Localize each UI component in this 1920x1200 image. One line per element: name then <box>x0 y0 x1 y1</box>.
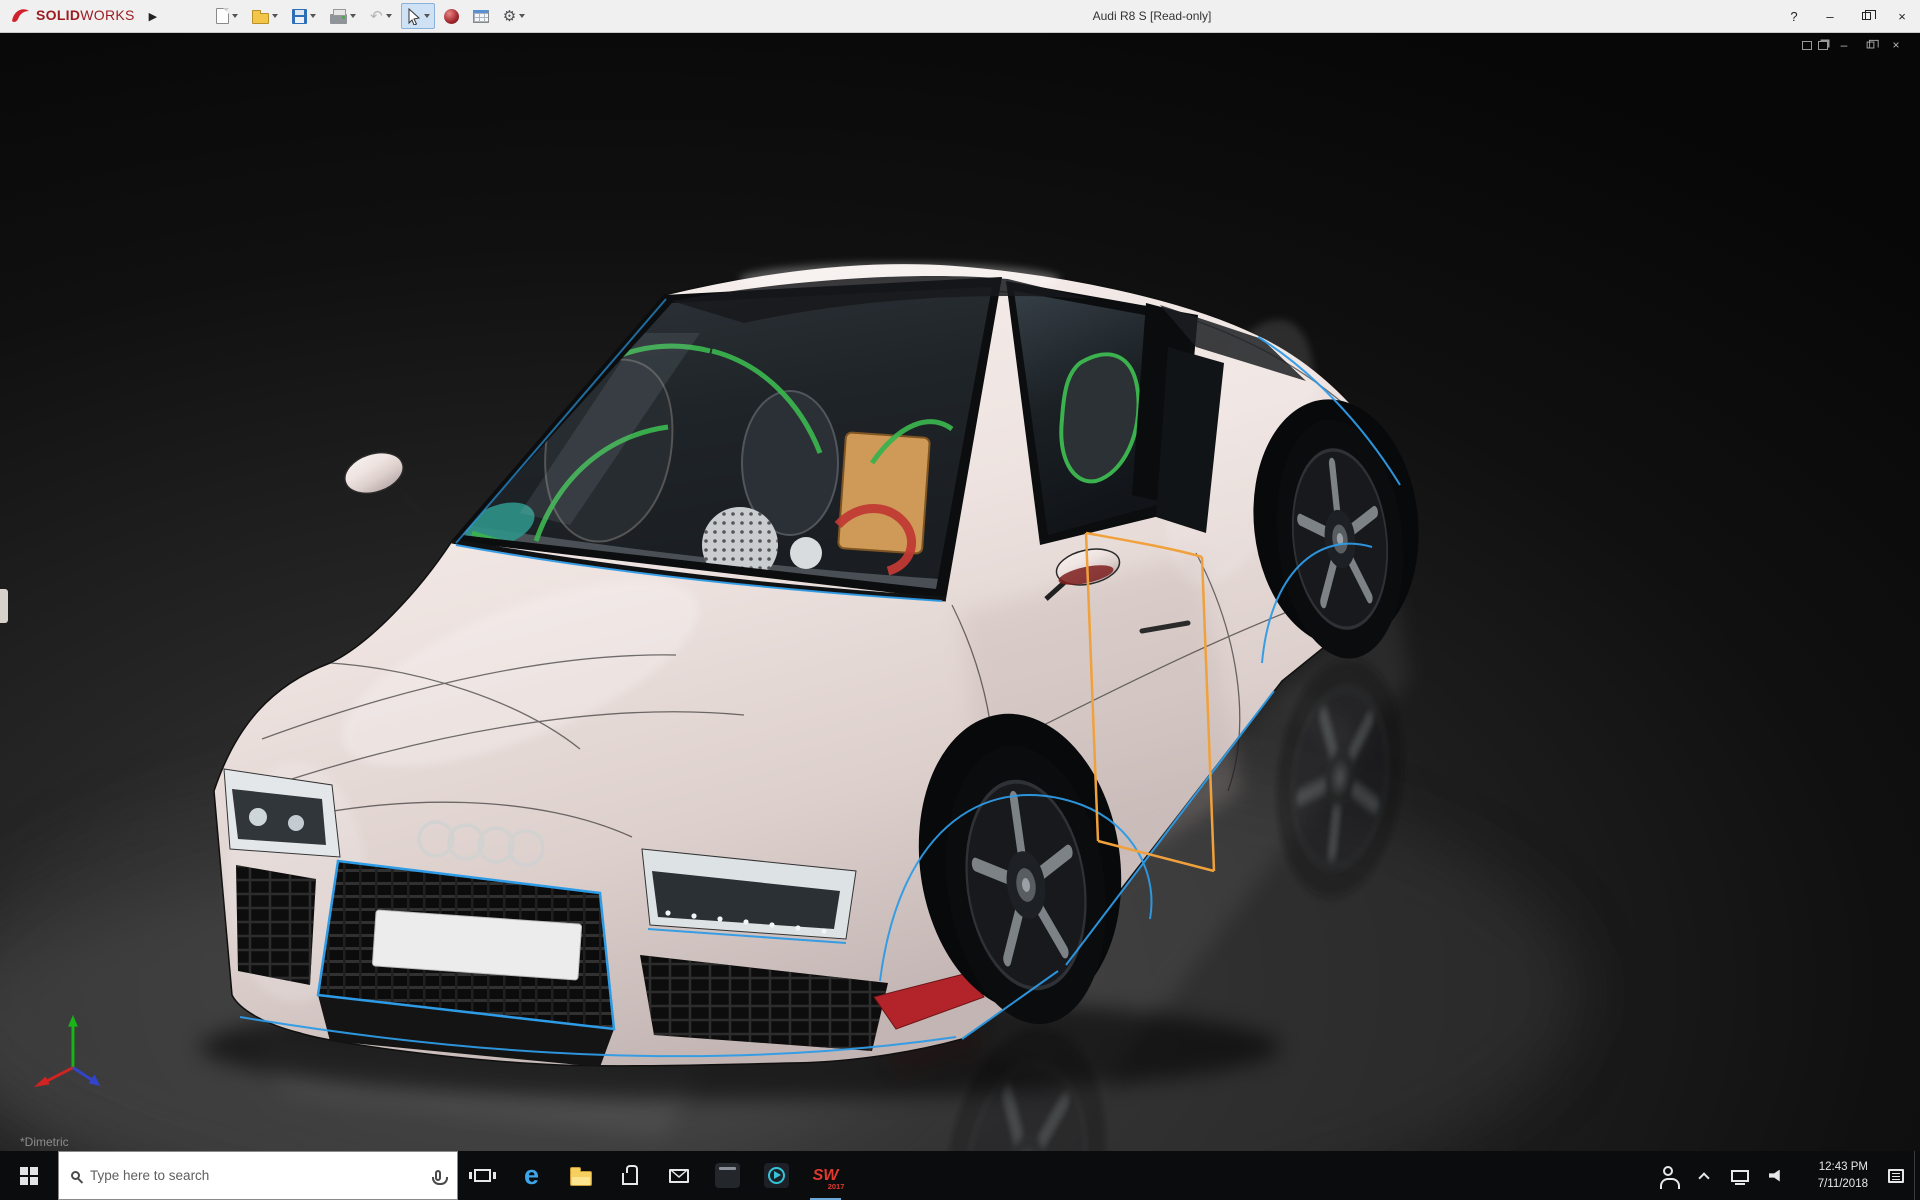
taskbar: e SW2017 12:43 PM 7/11/2018 <box>0 1151 1920 1200</box>
open-folder-icon <box>252 13 269 24</box>
dropdown-arrow-icon[interactable] <box>424 14 430 18</box>
doc-cascade-icon[interactable] <box>1818 41 1828 50</box>
chevron-up-icon <box>1698 1172 1709 1183</box>
gear-icon: ⚙ <box>503 9 516 24</box>
print-icon <box>330 14 347 24</box>
save-icon <box>292 9 307 24</box>
console-app-button[interactable] <box>703 1151 752 1200</box>
dropdown-arrow-icon[interactable] <box>272 14 278 18</box>
design-table-icon <box>473 10 489 23</box>
network-icon <box>1731 1170 1749 1182</box>
dropdown-arrow-icon[interactable] <box>519 14 525 18</box>
menu-flyout-arrow[interactable]: ▶ <box>141 0 165 32</box>
new-document-icon <box>216 8 229 24</box>
view-orientation-label: *Dimetric <box>20 1135 69 1149</box>
ds-logo-icon <box>10 6 32 26</box>
dropdown-arrow-icon[interactable] <box>386 14 392 18</box>
show-desktop-button[interactable] <box>1914 1151 1920 1200</box>
window-controls: ? – × <box>1776 0 1920 32</box>
people-icon <box>1663 1166 1673 1176</box>
appearances-button[interactable] <box>439 3 464 29</box>
dropdown-arrow-icon[interactable] <box>310 14 316 18</box>
volume-button[interactable] <box>1758 1151 1794 1200</box>
media-app-icon <box>764 1163 789 1188</box>
taskbar-clock[interactable]: 12:43 PM 7/11/2018 <box>1794 1151 1878 1200</box>
dropdown-arrow-icon[interactable] <box>232 14 238 18</box>
select-cursor-icon <box>406 8 421 25</box>
print-button[interactable] <box>325 3 361 29</box>
task-view-button[interactable] <box>458 1151 507 1200</box>
undo-icon: ↶ <box>370 9 383 24</box>
doc-minimize-button[interactable]: – <box>1834 37 1854 53</box>
file-explorer-button[interactable] <box>556 1151 605 1200</box>
solidworks-logo: SOLIDWORKS <box>0 6 141 26</box>
dropdown-arrow-icon[interactable] <box>350 14 356 18</box>
start-button[interactable] <box>0 1151 58 1200</box>
store-button[interactable] <box>605 1151 654 1200</box>
solidworks-taskbar-button[interactable]: SW2017 <box>801 1151 850 1200</box>
select-button[interactable] <box>401 3 435 29</box>
quick-access-toolbar: ↶ ⚙ <box>211 3 530 29</box>
edge-icon: e <box>524 1162 539 1189</box>
restore-button[interactable] <box>1848 0 1884 32</box>
options-button[interactable]: ⚙ <box>498 3 530 29</box>
featuremanager-flyout-handle[interactable] <box>0 589 8 623</box>
mail-button[interactable] <box>654 1151 703 1200</box>
search-input[interactable] <box>90 1168 425 1183</box>
store-bag-icon <box>622 1173 638 1185</box>
doc-window-icon[interactable] <box>1802 41 1812 50</box>
titlebar: SOLIDWORKS ▶ ↶ ⚙ Audi R8 S [Read-only] ?… <box>0 0 1920 33</box>
document-window-controls: – × <box>1802 37 1906 53</box>
appearance-sphere-icon <box>444 9 459 24</box>
mail-envelope-icon <box>669 1169 689 1183</box>
edge-button[interactable]: e <box>507 1151 556 1200</box>
undo-button[interactable]: ↶ <box>365 3 397 29</box>
volume-icon <box>1769 1170 1784 1182</box>
search-icon <box>71 1171 80 1180</box>
action-center-icon <box>1888 1169 1904 1183</box>
microphone-icon[interactable] <box>435 1170 441 1181</box>
restore-icon <box>1862 12 1871 20</box>
doc-restore-icon <box>1866 42 1874 49</box>
graphics-area[interactable]: – × *Dimetric <box>0 33 1920 1151</box>
doc-restore-button[interactable] <box>1860 37 1880 53</box>
help-button[interactable]: ? <box>1776 0 1812 32</box>
solidworks-icon: SW2017 <box>813 1168 839 1184</box>
file-explorer-icon <box>570 1171 592 1186</box>
hidden-icons-button[interactable] <box>1686 1151 1722 1200</box>
taskbar-search[interactable] <box>58 1151 458 1200</box>
save-button[interactable] <box>287 3 321 29</box>
system-tray: 12:43 PM 7/11/2018 <box>1650 1151 1920 1200</box>
people-button[interactable] <box>1650 1151 1686 1200</box>
design-table-button[interactable] <box>468 3 494 29</box>
console-app-icon <box>715 1163 740 1188</box>
z-axis-blue <box>73 1068 93 1081</box>
doc-close-button[interactable]: × <box>1886 37 1906 53</box>
task-view-icon <box>474 1169 491 1182</box>
media-app-button[interactable] <box>752 1151 801 1200</box>
orientation-triad[interactable] <box>28 1011 116 1093</box>
close-button[interactable]: × <box>1884 0 1920 32</box>
document-title: Audi R8 S [Read-only] <box>1093 9 1212 23</box>
open-button[interactable] <box>247 3 283 29</box>
action-center-button[interactable] <box>1878 1151 1914 1200</box>
clock-time: 12:43 PM <box>1819 1159 1868 1176</box>
brand-text-light: WORKS <box>80 7 134 23</box>
minimize-button[interactable]: – <box>1812 0 1848 32</box>
windows-logo-icon <box>20 1167 38 1185</box>
brand-text-bold: SOLID <box>36 7 80 23</box>
clock-date: 7/11/2018 <box>1818 1176 1868 1193</box>
model-canvas[interactable] <box>0 33 1920 1151</box>
new-document-button[interactable] <box>211 3 243 29</box>
network-button[interactable] <box>1722 1151 1758 1200</box>
